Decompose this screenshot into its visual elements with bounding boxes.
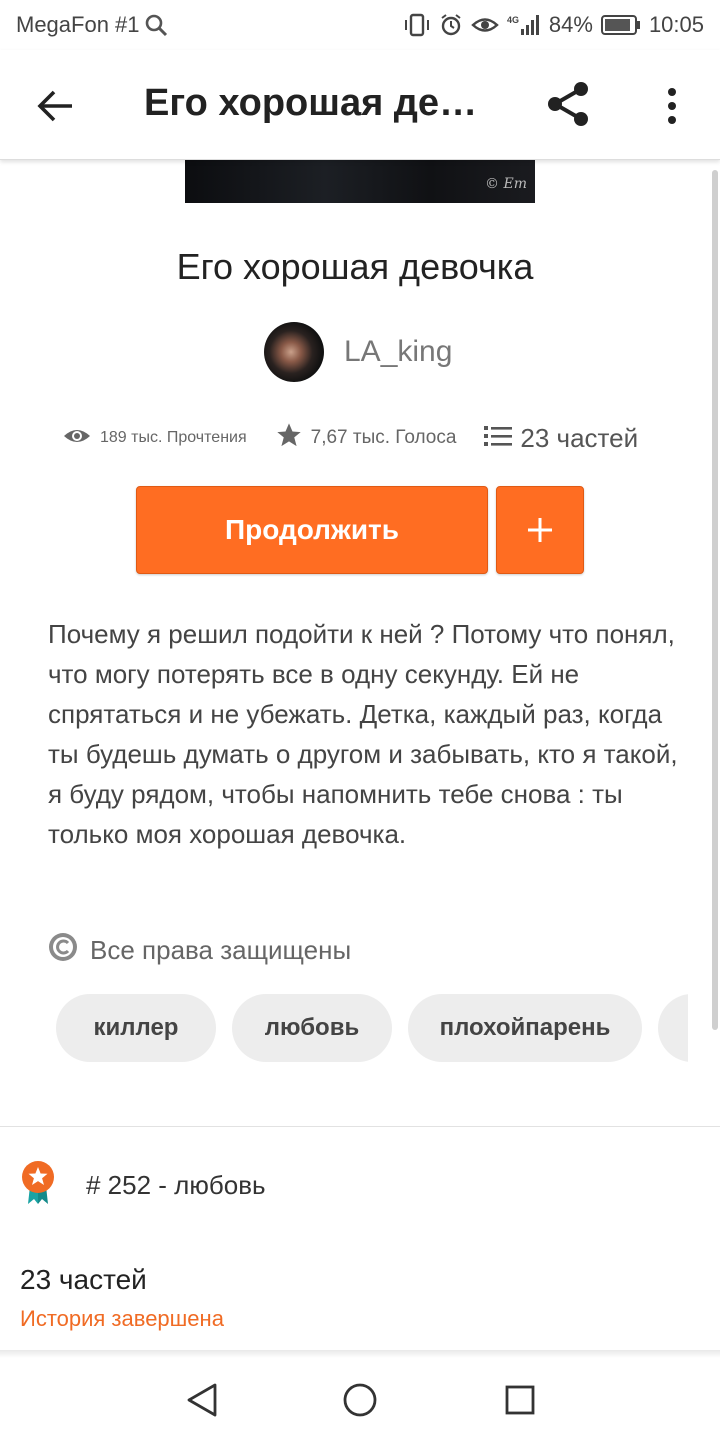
list-icon <box>484 423 513 454</box>
share-icon[interactable] <box>542 78 594 130</box>
search-icon <box>144 13 168 37</box>
story-cover[interactable]: © Em <box>185 160 535 203</box>
vibrate-icon <box>403 13 431 37</box>
author-name[interactable]: LA_king <box>344 335 452 369</box>
back-arrow-icon[interactable] <box>34 84 78 128</box>
nav-recents-icon[interactable] <box>500 1380 540 1420</box>
copyright-icon <box>48 932 78 969</box>
copyright-notice: Все права защищены <box>48 932 351 969</box>
signal-icon: 4G <box>507 13 541 37</box>
story-description: Почему я решил подойти к ней ? Потому чт… <box>48 619 678 849</box>
tag-chip-partial[interactable] <box>658 994 688 1062</box>
author-link[interactable]: LA_king <box>264 322 452 382</box>
plus-icon: + <box>528 518 552 542</box>
battery-icon <box>600 14 641 36</box>
more-vert-icon[interactable] <box>652 82 692 130</box>
system-nav-bar <box>0 1358 720 1440</box>
network-type: 4G <box>507 15 519 25</box>
tag-chip[interactable]: любовь <box>232 994 392 1062</box>
eye-icon <box>471 13 499 37</box>
app-bar: Его хорошая девочка <box>0 50 720 160</box>
tag-chip[interactable]: плохойпарень <box>408 994 642 1062</box>
reads-count: 189 тыс. Прочтения <box>100 429 247 446</box>
add-to-library-button[interactable]: + <box>496 486 584 574</box>
alarm-icon <box>439 13 463 37</box>
parts-stat[interactable]: 23 частей <box>484 423 638 454</box>
reads-stat: 189 тыс. Прочтения <box>62 425 247 452</box>
author-avatar[interactable] <box>264 322 324 382</box>
eye-icon <box>62 425 92 452</box>
cover-watermark: © Em <box>485 176 527 192</box>
section-divider <box>0 1126 720 1127</box>
toc-parts-count[interactable]: 23 частей <box>20 1264 147 1296</box>
story-title: Его хорошая девочка <box>176 246 534 287</box>
tags-row[interactable]: киллер любовь плохойпарень <box>56 994 688 1062</box>
scrollbar[interactable] <box>712 170 718 1030</box>
nav-back-icon[interactable] <box>182 1380 222 1420</box>
continue-reading-button[interactable]: Продолжить <box>136 486 488 574</box>
battery-percent: 84% <box>548 12 593 37</box>
tag-chip[interactable]: киллер <box>56 994 216 1062</box>
votes-count: 7,67 тыс. Голоса <box>310 427 457 448</box>
nav-home-icon[interactable] <box>340 1380 380 1420</box>
copyright-text: Все права защищены <box>90 935 352 965</box>
rank-badge-icon <box>20 1160 56 1211</box>
ranking-text[interactable]: # 252 - любовь <box>86 1170 266 1201</box>
story-status: История завершена <box>20 1306 224 1331</box>
app-bar-title: Его хорошая девочка <box>144 82 494 124</box>
status-bar: MegaFon #1 4G 84% 10:05 <box>0 0 720 50</box>
star-icon <box>275 421 303 455</box>
carrier-name: MegaFon #1 <box>16 12 140 37</box>
clock: 10:05 <box>648 12 704 37</box>
story-stats: 189 тыс. Прочтения 7,67 тыс. Голоса 23 ч… <box>62 418 672 458</box>
nav-shadow <box>0 1350 720 1358</box>
ranking-row[interactable]: # 252 - любовь <box>20 1160 266 1211</box>
votes-stat: 7,67 тыс. Голоса <box>275 421 457 455</box>
parts-count[interactable]: 23 частей <box>520 423 638 454</box>
